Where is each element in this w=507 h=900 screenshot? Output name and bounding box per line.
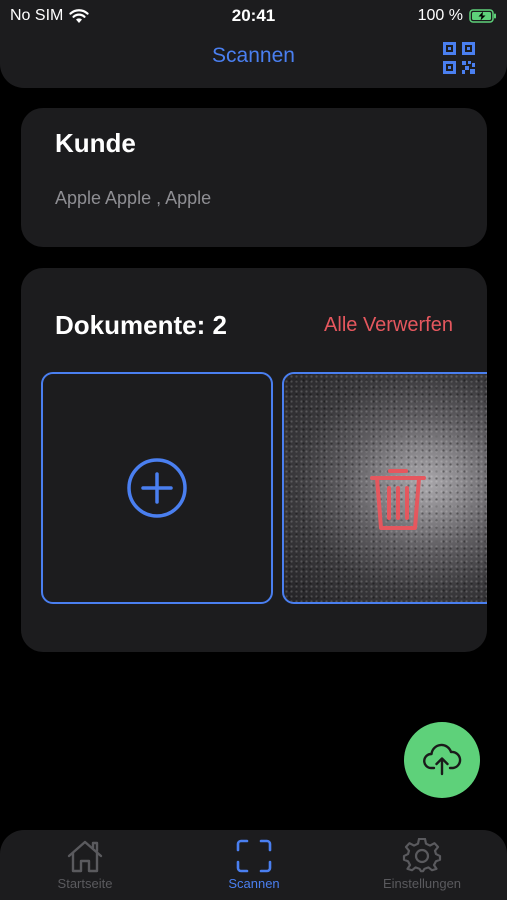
tab-settings[interactable]: Einstellungen <box>352 838 492 898</box>
tab-settings-label: Einstellungen <box>382 876 462 891</box>
tab-bar: Startseite Scannen Einstellungen <box>0 830 507 900</box>
upload-button[interactable] <box>404 722 480 798</box>
cloud-upload-icon <box>423 743 462 776</box>
battery-percent: 100 % <box>417 7 463 24</box>
battery-icon <box>469 9 496 23</box>
trash-icon[interactable] <box>368 464 428 534</box>
documents-card: Dokumente: 2 Alle Verwerfen <box>21 268 487 652</box>
tab-home-label: Startseite <box>57 876 113 891</box>
qr-code-icon[interactable] <box>441 40 477 76</box>
tab-scan-label: Scannen <box>228 876 280 891</box>
tab-home[interactable]: Startseite <box>15 838 155 898</box>
customer-name: Apple Apple , Apple <box>55 188 212 208</box>
tab-scan[interactable]: Scannen <box>184 838 324 898</box>
page-title: Scannen <box>212 44 295 67</box>
customer-title: Kunde <box>55 128 136 158</box>
scan-icon <box>236 839 272 873</box>
discard-all-button[interactable]: Alle Verwerfen <box>324 314 453 337</box>
battery-info: 100 % <box>418 7 497 25</box>
top-bar: No SIM 20:41 100 % Scannen <box>0 0 507 88</box>
home-icon <box>67 840 103 873</box>
document-thumbnail[interactable] <box>282 372 487 604</box>
plus-circle-icon <box>127 458 187 518</box>
gear-icon <box>402 838 442 873</box>
documents-title: Dokumente: 2 <box>55 310 227 340</box>
customer-card: Kunde Apple Apple , Apple <box>21 108 487 247</box>
status-bar: No SIM 20:41 100 % <box>0 5 507 27</box>
add-document-tile[interactable] <box>41 372 273 604</box>
